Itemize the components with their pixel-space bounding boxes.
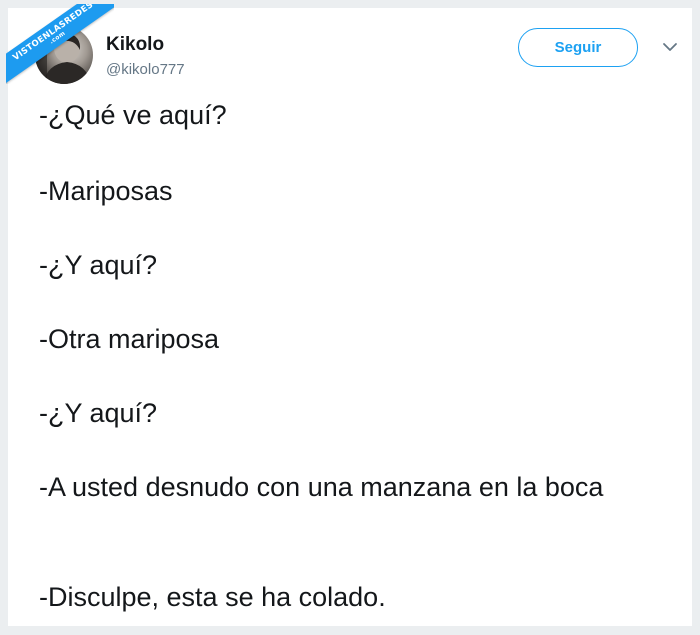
tweet-line: -Mariposas xyxy=(39,176,173,206)
tweet-line: -Disculpe, esta se ha colado. xyxy=(39,582,386,612)
tweet-line: -A usted desnudo con una manzana en la b… xyxy=(39,472,604,502)
avatar-photo xyxy=(35,26,91,84)
chevron-down-icon[interactable] xyxy=(662,40,678,52)
tweet-line: -¿Y aquí? xyxy=(39,250,158,280)
author-handle[interactable]: @kikolo777 xyxy=(106,61,185,78)
tweet-line: -¿Qué ve aquí? xyxy=(39,100,227,130)
tweet-card: VISTOENLASREDES .com Kikolo @kikolo777 S… xyxy=(6,4,692,626)
author-name[interactable]: Kikolo xyxy=(106,34,164,56)
tweet-line: -Otra mariposa xyxy=(39,324,220,354)
follow-button[interactable]: Seguir xyxy=(518,28,638,67)
avatar[interactable] xyxy=(35,26,93,84)
tweet-line: -¿Y aquí? xyxy=(39,398,158,428)
